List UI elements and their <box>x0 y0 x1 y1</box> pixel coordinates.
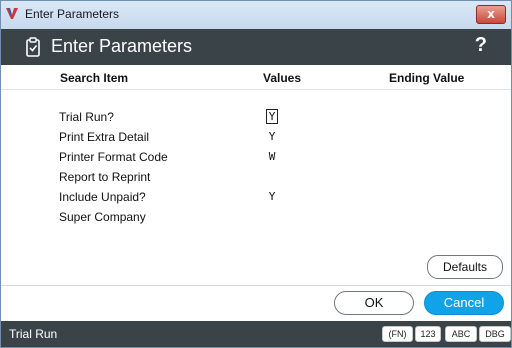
param-row-print-extra-detail: Print Extra Detail Y <box>1 129 511 147</box>
param-row-include-unpaid: Include Unpaid? Y <box>1 189 511 207</box>
param-value-input[interactable]: Y <box>266 129 278 144</box>
app-logo-icon <box>6 8 18 19</box>
param-label: Print Extra Detail <box>59 130 150 144</box>
window-titlebar: Enter Parameters x <box>1 1 511 30</box>
param-row-printer-format-code: Printer Format Code W <box>1 149 511 167</box>
fn-key-badge[interactable]: (FN) <box>382 326 413 342</box>
column-header-search-item: Search Item <box>60 71 129 85</box>
debug-mode-badge[interactable]: DBG <box>479 326 511 342</box>
dialog-header: Enter Parameters ? <box>1 29 511 65</box>
param-row-trial-run: Trial Run? Y <box>1 109 511 127</box>
dialog-title: Enter Parameters <box>51 36 193 56</box>
param-value-input[interactable] <box>266 209 278 224</box>
param-value-input[interactable] <box>266 169 278 184</box>
param-label: Report to Reprint <box>59 170 151 184</box>
status-bar: Trial Run (FN) 123 ABC DBG <box>1 321 511 347</box>
status-text: Trial Run <box>9 327 58 341</box>
ok-button[interactable]: OK <box>334 291 414 315</box>
param-label: Trial Run? <box>59 110 114 124</box>
column-header-ending-value: Ending Value <box>389 71 465 85</box>
param-row-super-company: Super Company <box>1 209 511 227</box>
param-row-report-to-reprint: Report to Reprint <box>1 169 511 187</box>
defaults-button[interactable]: Defaults <box>427 255 503 279</box>
param-label: Super Company <box>59 210 146 224</box>
numeric-mode-badge[interactable]: 123 <box>415 326 441 342</box>
param-value-input[interactable]: Y <box>266 189 278 204</box>
enter-parameters-window: Enter Parameters x Enter Parameters ? Se… <box>0 0 512 348</box>
param-value-input[interactable]: W <box>266 149 278 164</box>
button-area-divider <box>1 285 511 286</box>
alpha-mode-badge[interactable]: ABC <box>445 326 477 342</box>
window-close-button[interactable]: x <box>476 5 506 24</box>
param-value-input[interactable]: Y <box>266 109 278 124</box>
param-label: Printer Format Code <box>59 150 168 164</box>
help-icon[interactable]: ? <box>475 34 487 57</box>
column-header-divider <box>1 89 511 90</box>
param-label: Include Unpaid? <box>59 190 146 204</box>
window-title: Enter Parameters <box>25 7 120 21</box>
clipboard-check-icon <box>26 37 40 57</box>
cancel-button[interactable]: Cancel <box>424 291 504 315</box>
column-header-values: Values <box>263 71 302 85</box>
